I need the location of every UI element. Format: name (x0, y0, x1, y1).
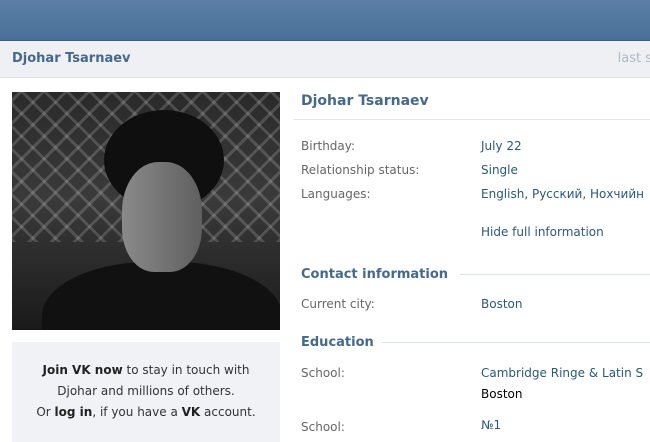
profile-name-bar: Djohar Tsarnaev last s (0, 41, 650, 78)
join-line1-text: to stay in touch with (122, 363, 250, 377)
join-box: Join VK now to stay in touch with Djohar… (12, 342, 280, 442)
birthday-value[interactable]: July 22 (481, 139, 522, 153)
join-line3-prefix: Or (36, 405, 55, 419)
school-city: Boston (481, 387, 523, 401)
education-section-divider (382, 342, 650, 343)
login-link[interactable]: log in (55, 405, 93, 419)
page-title: Djohar Tsarnaev (301, 93, 429, 109)
relationship-label: Relationship status: (301, 163, 420, 177)
current-city-label: Current city: (301, 297, 375, 311)
profile-photo[interactable] (12, 92, 280, 330)
school-label: School: (301, 366, 345, 380)
school-label-2: School: (301, 420, 345, 434)
photo-face (122, 162, 202, 272)
contact-section-heading: Contact information (301, 267, 449, 282)
birthday-label: Birthday: (301, 139, 356, 153)
top-bar (0, 0, 650, 41)
photo-body (42, 262, 280, 330)
languages-value[interactable]: English, Русский, Нохчийн (481, 187, 644, 201)
header-name: Djohar Tsarnaev (12, 51, 131, 66)
school-value[interactable]: Cambridge Ringe & Latin S (481, 366, 643, 380)
education-section-heading: Education (301, 335, 374, 350)
join-vk-link[interactable]: Join VK now (43, 363, 123, 377)
join-line3-suffix: account. (200, 405, 256, 419)
languages-label: Languages: (301, 187, 371, 201)
last-seen-status: last s (617, 51, 650, 66)
hide-full-info-link[interactable]: Hide full information (481, 225, 604, 239)
current-city-value[interactable]: Boston (481, 297, 522, 311)
join-line2-text: Djohar and millions of others. (57, 384, 235, 398)
vk-brand-text: VK (181, 405, 201, 419)
relationship-value[interactable]: Single (481, 163, 518, 177)
contact-section-divider (460, 274, 650, 275)
join-line3-middle: , if you have a (92, 405, 182, 419)
title-divider (293, 119, 650, 120)
